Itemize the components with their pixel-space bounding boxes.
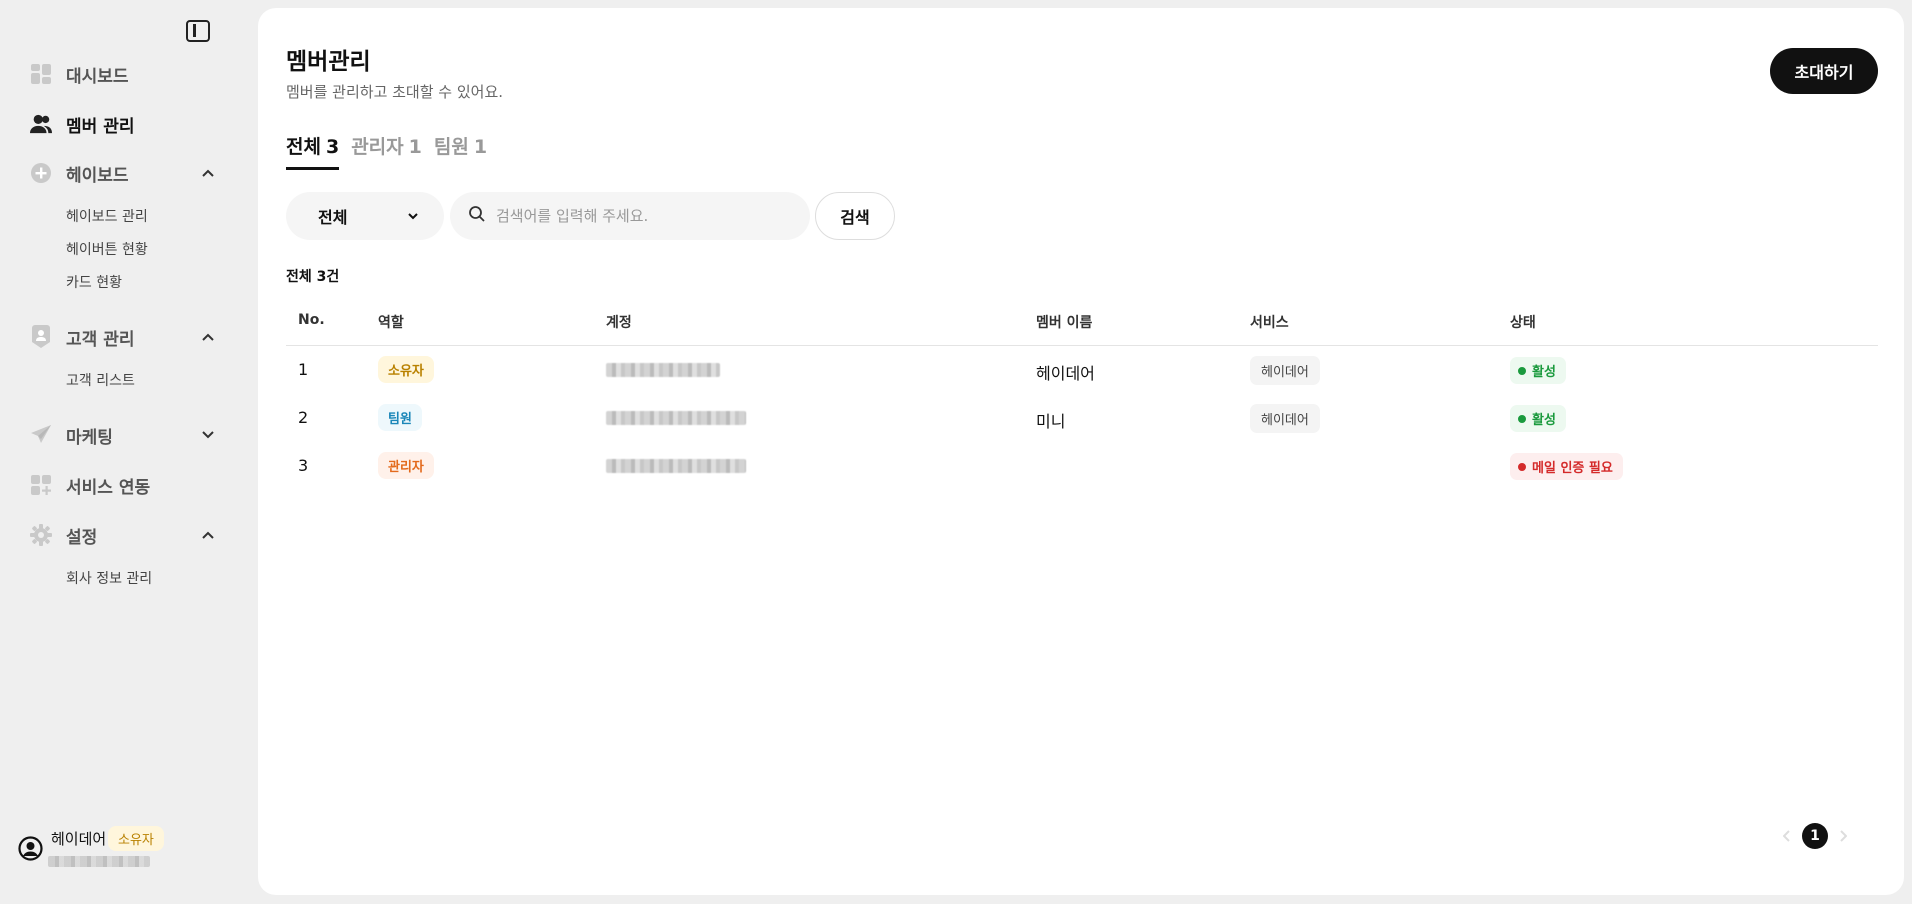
tab-count: 1	[473, 136, 488, 158]
search-icon	[468, 205, 486, 227]
table-row[interactable]: 1 소유자 헤이데어 헤이데어 활성	[286, 346, 1878, 394]
sidebar-subitem-customer-list[interactable]: 고객 리스트	[66, 370, 135, 390]
sidebar-toggle-icon[interactable]	[186, 20, 210, 42]
sidebar-item-label: 멤버 관리	[66, 116, 135, 137]
sidebar-item-dashboard[interactable]: 대시보드	[30, 60, 216, 88]
cell-member-name: 헤이데어	[1036, 364, 1095, 383]
tab-label: 관리자	[351, 136, 404, 158]
chevron-up-icon[interactable]	[200, 165, 216, 181]
search-box	[450, 192, 810, 240]
user-profile[interactable]: 헤이데어 소유자	[18, 826, 248, 876]
column-header-status: 상태	[1510, 315, 1536, 331]
profile-role-badge: 소유자	[108, 826, 164, 851]
sidebar-subitem-card-status[interactable]: 카드 현황	[66, 272, 122, 292]
profile-name: 헤이데어	[51, 830, 107, 848]
status-label: 메일 인증 필요	[1532, 461, 1613, 476]
cell-no: 2	[298, 408, 309, 427]
sidebar-item-label: 서비스 연동	[66, 477, 151, 498]
role-badge-admin: 관리자	[378, 452, 434, 479]
sidebar: 대시보드 멤버 관리 헤이보드 헤이보드 관리 헤이버튼 현황 카드 현황 고객…	[0, 0, 258, 904]
sidebar-item-label: 설정	[66, 527, 98, 548]
role-badge-member: 팀원	[378, 404, 422, 431]
page-title: 멤버관리	[286, 49, 371, 75]
service-chip: 헤이데어	[1250, 404, 1320, 433]
page-number-current[interactable]: 1	[1802, 823, 1828, 849]
sidebar-subitem-heyboard-manage[interactable]: 헤이보드 관리	[66, 206, 148, 226]
chevron-down-icon	[406, 208, 420, 222]
role-filter-select[interactable]: 전체	[286, 192, 444, 240]
status-label: 활성	[1532, 413, 1556, 428]
profile-email-redacted	[48, 856, 150, 867]
chevron-right-icon[interactable]	[1836, 829, 1850, 843]
tab-member[interactable]: 팀원 1	[434, 132, 487, 170]
column-header-service: 서비스	[1250, 315, 1289, 331]
members-table: No. 역할 계정 멤버 이름 서비스 상태 1 소유자 헤이데어 헤이데어 활…	[286, 302, 1878, 490]
table-header: No. 역할 계정 멤버 이름 서비스 상태	[286, 302, 1878, 346]
gear-icon	[30, 524, 52, 546]
page-subtitle: 멤버를 관리하고 초대할 수 있어요.	[286, 83, 504, 101]
chevron-up-icon[interactable]	[200, 329, 216, 345]
status-dot-icon	[1518, 462, 1526, 471]
account-email-redacted	[606, 411, 746, 425]
status-dot-icon	[1518, 414, 1526, 423]
role-badge-owner: 소유자	[378, 356, 434, 383]
table-row[interactable]: 3 관리자 메일 인증 필요	[286, 442, 1878, 490]
account-email-redacted	[606, 363, 720, 377]
column-header-no: No.	[298, 312, 325, 328]
chevron-up-icon[interactable]	[200, 527, 216, 543]
tab-count: 3	[325, 136, 340, 158]
main-panel: 멤버관리 멤버를 관리하고 초대할 수 있어요. 초대하기 전체 3 관리자 1 팀…	[258, 8, 1904, 895]
account-email-redacted	[606, 459, 746, 473]
cell-member-name: 미니	[1036, 412, 1066, 431]
status-badge-active: 활성	[1510, 405, 1566, 432]
tab-label: 팀원	[433, 136, 469, 158]
sidebar-item-marketing[interactable]: 마케팅	[30, 421, 216, 449]
tab-admin[interactable]: 관리자 1	[351, 132, 422, 170]
status-label: 활성	[1532, 365, 1556, 380]
sidebar-item-integrations[interactable]: 서비스 연동	[30, 471, 216, 499]
cell-no: 1	[298, 360, 309, 379]
chevron-left-icon[interactable]	[1780, 829, 1794, 843]
pagination: 1	[1780, 823, 1850, 849]
tab-count: 1	[408, 136, 422, 158]
sidebar-item-members[interactable]: 멤버 관리	[30, 110, 216, 138]
sidebar-item-settings[interactable]: 설정	[30, 521, 216, 549]
sidebar-item-customers[interactable]: 고객 관리	[30, 323, 216, 351]
invite-button[interactable]: 초대하기	[1770, 48, 1878, 94]
rocket-icon	[30, 424, 52, 446]
status-badge-pending: 메일 인증 필요	[1510, 453, 1623, 480]
sidebar-item-label: 마케팅	[66, 427, 113, 448]
plus-circle-icon	[30, 162, 52, 184]
tab-all[interactable]: 전체 3	[286, 132, 340, 170]
column-header-account: 계정	[606, 315, 632, 331]
search-input[interactable]	[496, 207, 796, 225]
service-chip: 헤이데어	[1250, 356, 1320, 385]
member-tabs: 전체 3 관리자 1 팀원 1	[286, 132, 499, 170]
integration-icon	[30, 474, 52, 496]
sidebar-item-label: 고객 관리	[66, 329, 135, 350]
sidebar-item-heyboard[interactable]: 헤이보드	[30, 159, 216, 187]
avatar-icon	[18, 836, 43, 861]
chevron-down-icon[interactable]	[200, 427, 216, 443]
app-root: 대시보드 멤버 관리 헤이보드 헤이보드 관리 헤이버튼 현황 카드 현황 고객…	[0, 0, 1912, 904]
sidebar-item-label: 대시보드	[66, 66, 129, 87]
dashboard-icon	[30, 63, 52, 85]
tab-label: 전체	[286, 136, 321, 158]
search-button[interactable]: 검색	[815, 192, 895, 240]
cell-no: 3	[298, 456, 309, 475]
sidebar-subitem-heybutton-status[interactable]: 헤이버튼 현황	[66, 239, 148, 259]
status-badge-active: 활성	[1510, 357, 1566, 384]
column-header-role: 역할	[378, 315, 404, 331]
customer-icon	[30, 325, 52, 348]
members-icon	[30, 113, 52, 135]
sidebar-subitem-company-info[interactable]: 회사 정보 관리	[66, 568, 152, 588]
table-row[interactable]: 2 팀원 미니 헤이데어 활성	[286, 394, 1878, 442]
total-count: 전체 3건	[286, 269, 340, 285]
sidebar-item-label: 헤이보드	[66, 165, 129, 186]
column-header-member-name: 멤버 이름	[1036, 315, 1093, 331]
filter-selected-value: 전체	[318, 208, 348, 227]
status-dot-icon	[1518, 366, 1526, 375]
